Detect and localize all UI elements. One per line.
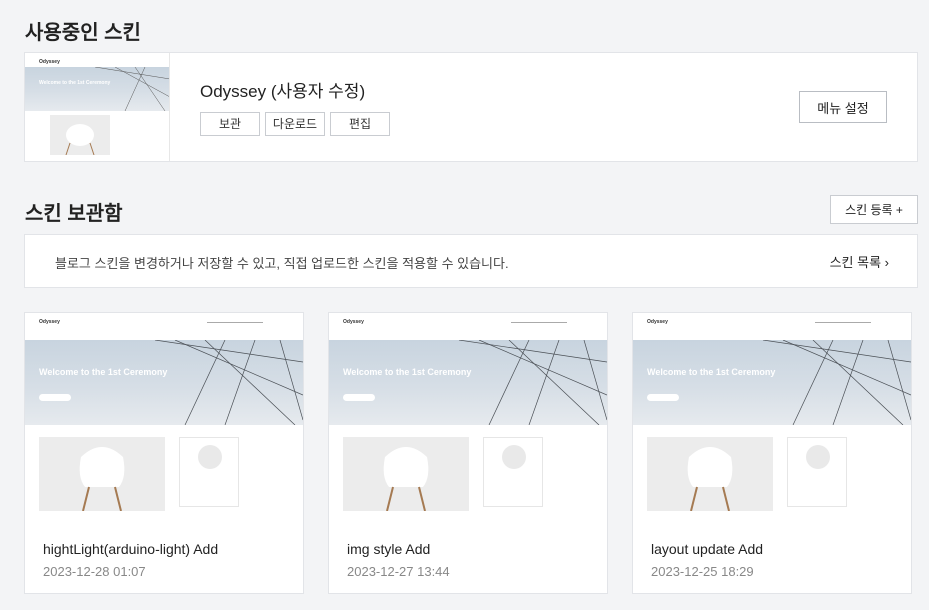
preview-header: Odyssey [25, 313, 303, 341]
chair-graphic [383, 447, 429, 511]
chair-graphic [687, 447, 733, 511]
chair-graphic [65, 124, 95, 155]
preview-logo: Odyssey [39, 59, 60, 65]
skin-card-list: Odyssey Welcome to the 1st Ceremony high… [24, 312, 912, 594]
preview-logo: Odyssey [343, 319, 364, 325]
preview-chair-image [647, 437, 773, 511]
skin-list-link[interactable]: 스킨 목록 › [830, 252, 889, 271]
preview-profile-circle [806, 445, 830, 469]
preview-header: Odyssey [329, 313, 607, 341]
download-button[interactable]: 다운로드 [265, 112, 325, 136]
hero-lines-graphic [94, 67, 169, 111]
preview-logo: Odyssey [647, 319, 668, 325]
preview-hero: Welcome to the 1st Ceremony [633, 340, 911, 425]
preview-search-line [815, 322, 871, 323]
preview-sidebar [179, 437, 239, 507]
preview-hero: Welcome to the 1st Ceremony [329, 340, 607, 425]
preview-hero-text: Welcome to the 1st Ceremony [39, 80, 111, 86]
current-skin-thumbnail[interactable]: Odyssey Welcome to the 1st Ceremony [25, 53, 170, 161]
hero-lines-graphic [154, 340, 303, 425]
preview-sidebar [483, 437, 543, 507]
skin-card-thumbnail: Odyssey Welcome to the 1st Ceremony [329, 313, 607, 523]
preview-chair-image [39, 437, 165, 511]
current-skin-panel: Odyssey Welcome to the 1st Ceremony Odys… [24, 52, 918, 162]
preview-sidebar [787, 437, 847, 507]
skin-card-name: img style Add [347, 541, 431, 557]
preview-search-line [207, 322, 263, 323]
current-skin-name: Odyssey (사용자 수정) [200, 82, 366, 101]
skin-card-date: 2023-12-28 01:07 [43, 564, 146, 579]
skin-storage-title: 스킨 보관함 [25, 203, 123, 225]
preview-hero: Welcome to the 1st Ceremony [25, 340, 303, 425]
preview-profile-circle [198, 445, 222, 469]
skin-preview: Odyssey Welcome to the 1st Ceremony [633, 313, 911, 523]
skin-card[interactable]: Odyssey Welcome to the [632, 312, 912, 594]
preview-hero-button [647, 394, 679, 401]
skin-preview: Odyssey Welcome to the 1st Ceremony [25, 53, 169, 161]
preview-hero-button [343, 394, 375, 401]
menu-settings-button[interactable]: 메뉴 설정 [799, 91, 887, 123]
edit-button[interactable]: 편집 [330, 112, 390, 136]
preview-header: Odyssey [633, 313, 911, 341]
preview-search-line [511, 322, 567, 323]
skin-card-thumbnail: Odyssey Welcome to the 1st Ceremony [25, 313, 303, 523]
chair-graphic [79, 447, 125, 511]
skin-card-date: 2023-12-25 18:29 [651, 564, 754, 579]
preview-hero-text: Welcome to the 1st Ceremony [647, 367, 776, 377]
preview-hero-text: Welcome to the 1st Ceremony [39, 367, 168, 377]
skin-card-name: layout update Add [651, 541, 764, 557]
skin-card-name: hightLight(arduino-light) Add [43, 541, 219, 557]
skin-preview: Odyssey Welcome to the 1st Ceremony [329, 313, 607, 523]
preview-hero-text: Welcome to the 1st Ceremony [343, 367, 472, 377]
hero-lines-graphic [458, 340, 607, 425]
current-skin-actions: 보관 다운로드 편집 [200, 112, 390, 136]
preview-chair-image [343, 437, 469, 511]
hero-lines-graphic [762, 340, 911, 425]
skin-card[interactable]: Odyssey Welcome to the [24, 312, 304, 594]
storage-info-bar: 블로그 스킨을 변경하거나 저장할 수 있고, 직접 업로드한 스킨을 적용할 … [24, 234, 918, 288]
skin-card-thumbnail: Odyssey Welcome to the 1st Ceremony [633, 313, 911, 523]
preview-chair-image [50, 115, 110, 155]
storage-info-text: 블로그 스킨을 변경하거나 저장할 수 있고, 직접 업로드한 스킨을 적용할 … [55, 256, 509, 271]
preview-profile-circle [502, 445, 526, 469]
skin-preview: Odyssey Welcome to the 1st Ceremony [25, 313, 303, 523]
skin-card-date: 2023-12-27 13:44 [347, 564, 450, 579]
skin-card[interactable]: Odyssey Welcome to the [328, 312, 608, 594]
current-skin-title: 사용중인 스킨 [25, 22, 141, 44]
preview-logo: Odyssey [39, 319, 60, 325]
preview-hero: Welcome to the 1st Ceremony [25, 67, 169, 111]
preview-hero-button [39, 394, 71, 401]
register-skin-button[interactable]: 스킨 등록 + [830, 195, 918, 224]
keep-button[interactable]: 보관 [200, 112, 260, 136]
